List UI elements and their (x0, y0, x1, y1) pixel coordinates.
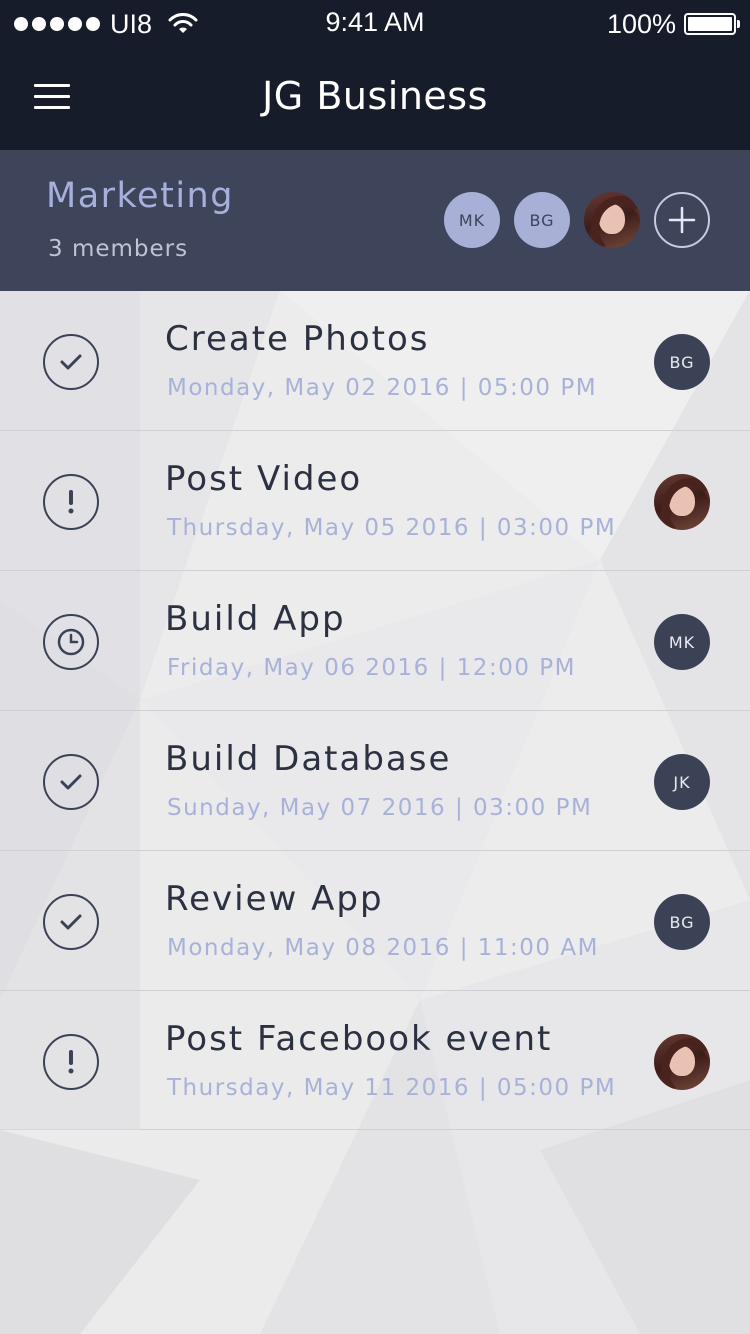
exclamation-icon[interactable] (43, 474, 99, 530)
task-date: Sunday, May 07 2016 | 03:00 PM (167, 795, 593, 821)
exclamation-icon[interactable] (43, 1034, 99, 1090)
plus-icon (668, 206, 696, 234)
member-avatars: MK BG (444, 192, 710, 248)
battery-icon (684, 13, 740, 35)
member-avatar[interactable]: BG (514, 192, 570, 248)
task-date: Thursday, May 05 2016 | 03:00 PM (167, 515, 617, 541)
task-title: Build Database (165, 739, 452, 779)
member-avatar[interactable]: MK (444, 192, 500, 248)
task-date: Monday, May 02 2016 | 05:00 PM (167, 375, 598, 401)
group-name: Marketing (46, 176, 234, 216)
assignee-avatar[interactable]: MK (654, 614, 710, 670)
member-photo-avatar[interactable] (584, 192, 640, 248)
task-row[interactable]: Build Database Sunday, May 07 2016 | 03:… (0, 710, 750, 850)
task-date: Friday, May 06 2016 | 12:00 PM (167, 655, 576, 681)
task-title: Post Facebook event (165, 1019, 553, 1059)
task-list: Create Photos Monday, May 02 2016 | 05:0… (0, 290, 750, 1130)
battery-percentage: 100% (606, 8, 676, 39)
task-row[interactable]: Review App Monday, May 08 2016 | 11:00 A… (0, 850, 750, 990)
task-title: Review App (165, 879, 384, 919)
status-bar: UI8 9:41 AM 100% (0, 0, 750, 48)
add-member-button[interactable] (654, 192, 710, 248)
task-row[interactable]: Build App Friday, May 06 2016 | 12:00 PM… (0, 570, 750, 710)
task-date: Monday, May 08 2016 | 11:00 AM (167, 935, 599, 961)
assignee-photo-avatar[interactable] (654, 1034, 710, 1090)
task-row[interactable]: Post Facebook event Thursday, May 11 201… (0, 990, 750, 1130)
check-icon[interactable] (43, 894, 99, 950)
page-title: JG Business (262, 74, 488, 118)
assignee-photo-avatar[interactable] (654, 474, 710, 530)
clock-icon[interactable] (43, 614, 99, 670)
check-icon[interactable] (43, 334, 99, 390)
task-row[interactable]: Create Photos Monday, May 02 2016 | 05:0… (0, 290, 750, 430)
assignee-avatar[interactable]: BG (654, 334, 710, 390)
assignee-avatar[interactable]: BG (654, 894, 710, 950)
check-icon[interactable] (43, 754, 99, 810)
member-count: 3 members (48, 236, 189, 262)
task-title: Post Video (165, 459, 363, 499)
group-header: Marketing 3 members MK BG (0, 150, 750, 291)
task-row[interactable]: Post Video Thursday, May 05 2016 | 03:00… (0, 430, 750, 570)
task-date: Thursday, May 11 2016 | 05:00 PM (167, 1075, 617, 1101)
assignee-avatar[interactable]: JK (654, 754, 710, 810)
task-title: Create Photos (165, 319, 430, 359)
nav-bar: JG Business (0, 48, 750, 150)
task-title: Build App (165, 599, 346, 639)
